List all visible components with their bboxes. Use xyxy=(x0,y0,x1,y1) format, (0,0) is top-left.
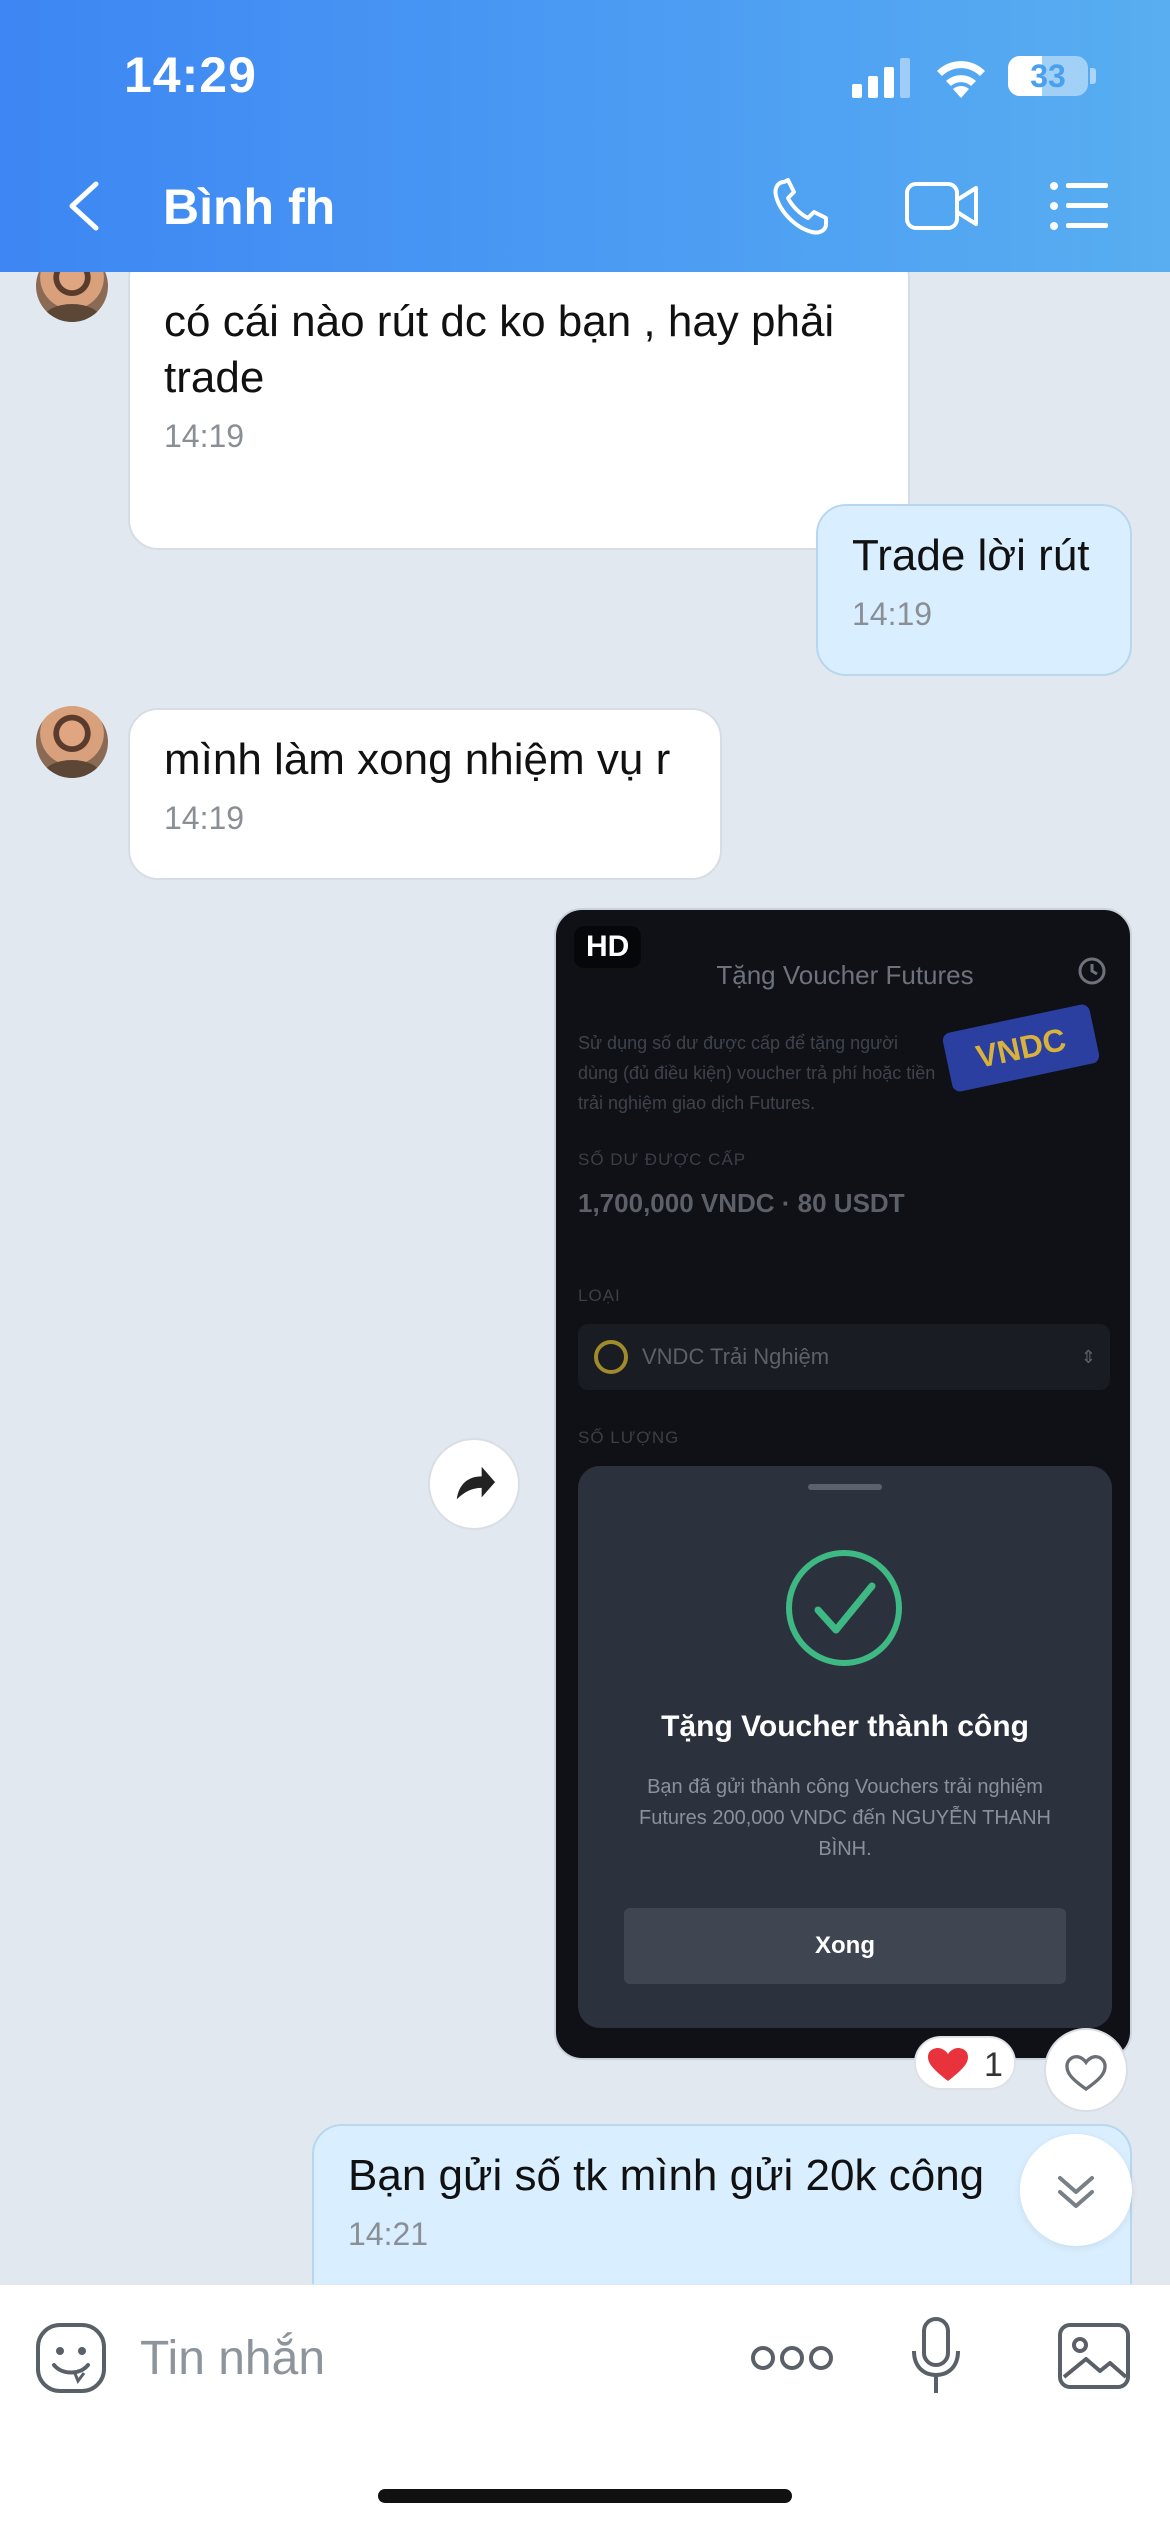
reaction-count: 1 xyxy=(984,2046,1003,2084)
message-text: mình làm xong nhiệm vụ r xyxy=(164,735,671,784)
scroll-to-bottom-button[interactable] xyxy=(1020,2134,1132,2246)
microphone-icon[interactable] xyxy=(910,2315,962,2399)
chevron-double-down-icon xyxy=(1058,2176,1094,2208)
menu-list-icon[interactable] xyxy=(1048,176,1110,236)
vndc-coin-icon xyxy=(594,1340,628,1374)
message-text: Bạn gửi số tk mình gửi 20k công xyxy=(348,2151,985,2200)
share-icon xyxy=(456,1466,496,1500)
message-time: 14:21 xyxy=(348,2216,429,2252)
sheet-title: Tặng Voucher thành công xyxy=(661,1710,1029,1743)
composer-bar xyxy=(0,2284,1170,2532)
heart-outline-icon xyxy=(1065,2054,1107,2092)
share-button[interactable] xyxy=(428,1438,520,1530)
done-button: Xong xyxy=(624,1908,1066,1984)
balance-label: SỐ DƯ ĐƯỢC CẤP xyxy=(578,1150,747,1169)
message-time: 14:19 xyxy=(164,418,245,454)
quantity-label: SỐ LƯỢNG xyxy=(578,1428,680,1447)
battery-indicator: 33 xyxy=(1008,56,1088,96)
video-icon[interactable] xyxy=(904,176,980,236)
message-bubble-incoming[interactable]: có cái nào rút dc ko bạn , hay phải trad… xyxy=(128,272,910,550)
screenshot-description: Sử dụng số dư được cấp để tặng người dùn… xyxy=(578,1033,936,1113)
updown-chevron-icon: ⇕ xyxy=(1080,1347,1096,1367)
history-icon xyxy=(1078,957,1106,985)
sheet-body: Bạn đã gửi thành công Vouchers trải nghi… xyxy=(638,1776,1051,1860)
message-text: có cái nào rút dc ko bạn , hay phải trad… xyxy=(164,297,835,402)
image-message[interactable]: HD Tặng Voucher Futures Sử dụng số dư đư… xyxy=(554,908,1132,2060)
battery-level: 33 xyxy=(1030,58,1066,94)
message-time: 14:19 xyxy=(164,800,245,836)
type-select: VNDC Trải Nghiệm ⇕ xyxy=(578,1324,1110,1390)
message-bubble-outgoing[interactable]: Trade lời rút 14:19 xyxy=(816,504,1132,676)
type-label: LOẠI xyxy=(578,1286,621,1305)
avatar[interactable] xyxy=(36,272,108,322)
avatar[interactable] xyxy=(36,706,108,778)
balance-value: 1,700,000 VNDC · 80 USDT xyxy=(578,1188,905,1218)
heart-icon xyxy=(928,2048,968,2081)
image-icon[interactable] xyxy=(1056,2321,1132,2391)
back-arrow-icon[interactable] xyxy=(60,176,110,236)
success-sheet: Tặng Voucher thành công Bạn đã gửi thành… xyxy=(578,1466,1112,2028)
more-dots-icon[interactable] xyxy=(750,2341,834,2375)
vndc-logo: VNDC xyxy=(941,1003,1101,1093)
phone-icon[interactable] xyxy=(770,176,832,236)
home-indicator xyxy=(378,2489,792,2503)
signal-icon xyxy=(852,58,910,98)
message-text: Trade lời rút xyxy=(852,531,1090,580)
like-button[interactable] xyxy=(1044,2028,1128,2112)
status-time: 14:29 xyxy=(124,47,257,103)
reaction-badge[interactable]: 1 xyxy=(914,2036,1016,2090)
type-value: VNDC Trải Nghiệm xyxy=(642,1344,830,1369)
message-bubble-incoming[interactable]: mình làm xong nhiệm vụ r 14:19 xyxy=(128,708,722,880)
message-input[interactable] xyxy=(140,2321,700,2395)
chat-header: 14:29 33 Bình fh xyxy=(0,0,1170,272)
screenshot-title: Tặng Voucher Futures xyxy=(716,960,974,990)
sticker-icon[interactable] xyxy=(34,2321,108,2395)
contact-name[interactable]: Bình fh xyxy=(163,178,335,236)
message-bubble-outgoing[interactable]: Bạn gửi số tk mình gửi 20k công 14:21 xyxy=(312,2124,1132,2284)
success-check-icon xyxy=(786,1550,902,1666)
wifi-icon xyxy=(937,61,985,98)
sheet-handle xyxy=(808,1484,882,1490)
message-list[interactable]: có cái nào rút dc ko bạn , hay phải trad… xyxy=(0,272,1170,2284)
message-time: 14:19 xyxy=(852,596,933,632)
